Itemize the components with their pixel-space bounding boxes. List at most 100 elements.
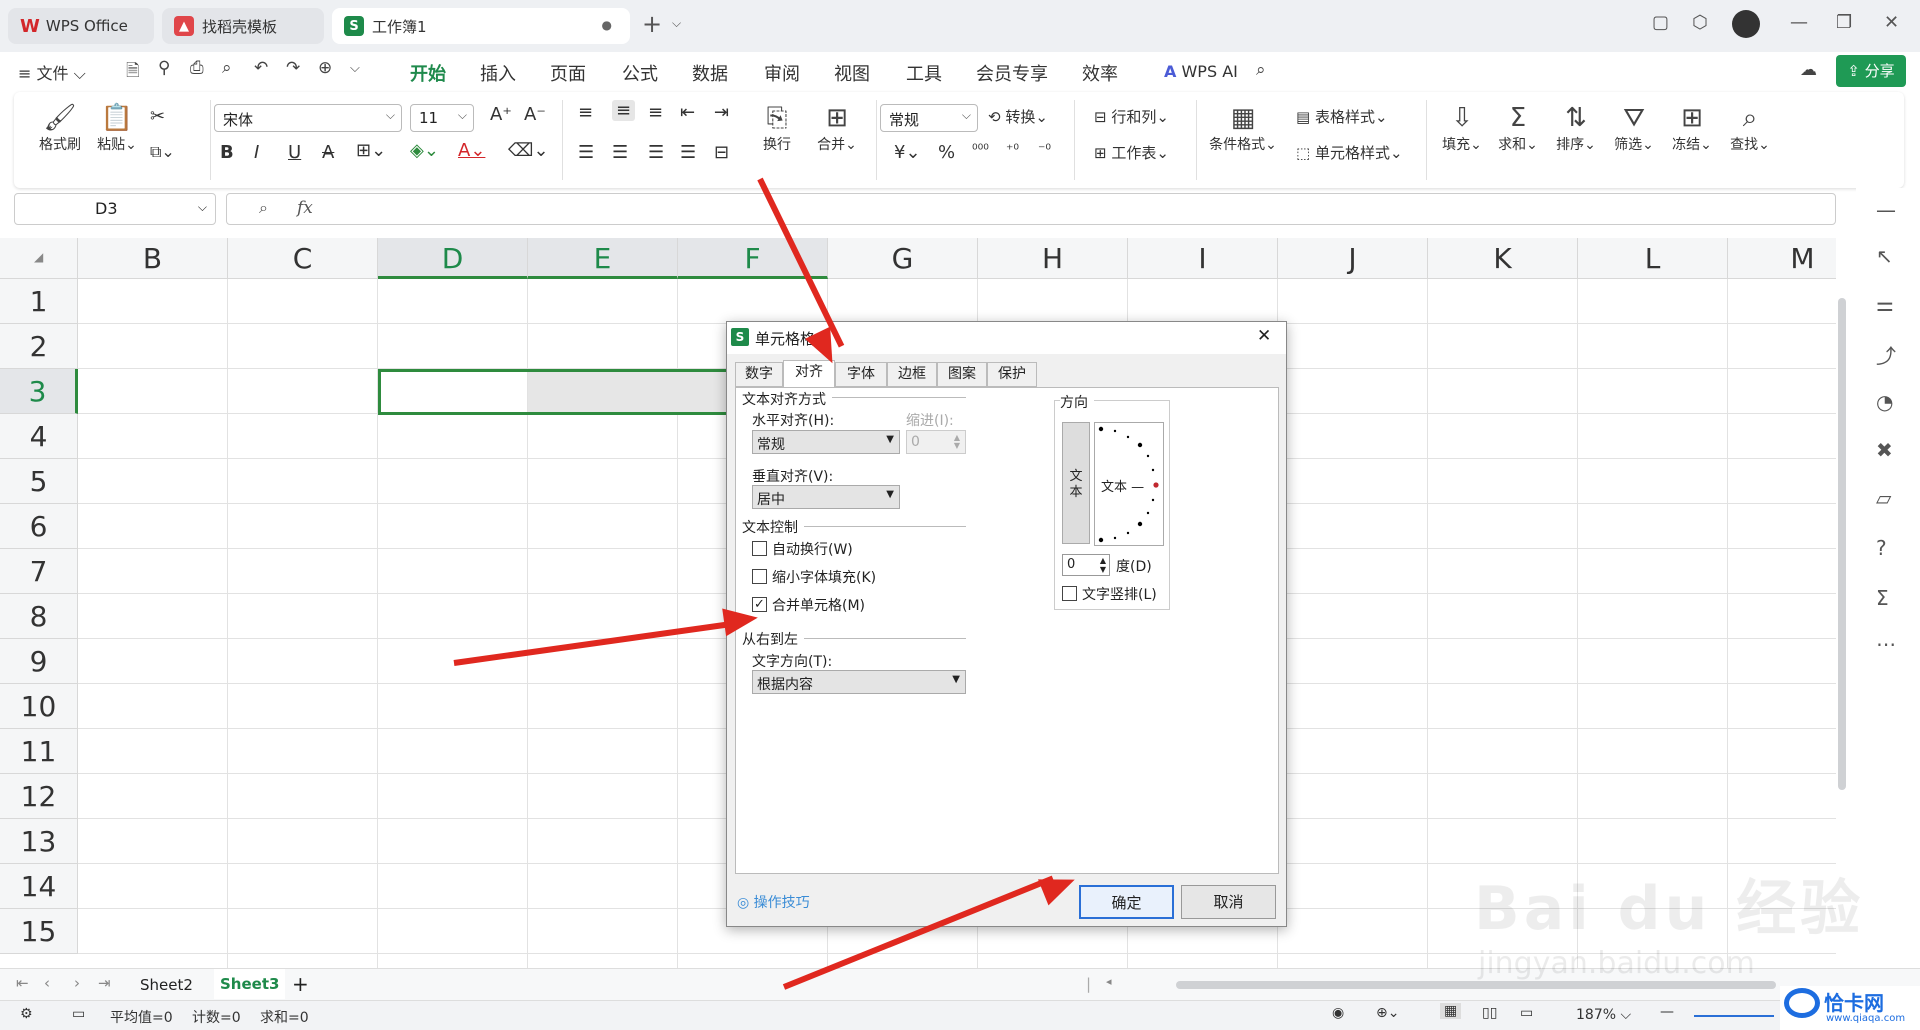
font-size-select[interactable]: 11 ⌵ [410, 104, 474, 132]
book-icon[interactable]: ▱ [1876, 486, 1891, 510]
menu-view[interactable]: 视图 [834, 60, 870, 86]
row-header[interactable]: 15 [0, 909, 78, 954]
column-header[interactable]: G [828, 238, 978, 279]
menu-member[interactable]: 会员专享 [976, 60, 1048, 86]
collapse-icon[interactable]: — [1876, 198, 1896, 222]
align-bottom-icon[interactable]: ≡ [648, 102, 663, 123]
dialog-tab-border[interactable]: 边框 [887, 362, 937, 387]
tips-link[interactable]: ◎ 操作技巧 [737, 892, 810, 912]
dialog-close-icon[interactable]: ✕ [1257, 326, 1271, 346]
new-tab-icon[interactable]: + [642, 10, 662, 38]
vertical-scroll-thumb[interactable] [1838, 298, 1846, 790]
column-header[interactable]: B [78, 238, 228, 279]
find-button[interactable]: ⌕ 查找⌄ [1726, 102, 1774, 154]
row-header[interactable]: 2 [0, 324, 78, 369]
convert-button[interactable]: ⟲ 转换⌄ [988, 106, 1048, 127]
row-col-button[interactable]: ⊟ 行和列⌄ [1094, 106, 1169, 127]
wps-ai-button[interactable]: A WPS AI [1164, 62, 1238, 81]
name-box[interactable]: D3 ⌵ [14, 193, 216, 225]
align-center-icon[interactable]: ☰ [612, 142, 628, 163]
zoom-formula-icon[interactable]: ⌕ [259, 198, 268, 218]
export-icon[interactable]: ⤴ [1876, 340, 1896, 369]
border-icon[interactable]: ⊞⌄ [356, 140, 386, 161]
table-style-button[interactable]: ▤ 表格样式⌄ [1296, 106, 1388, 127]
menu-review[interactable]: 审阅 [764, 60, 800, 86]
search-icon[interactable]: ⌕ [1256, 60, 1266, 80]
cloud-upload-icon[interactable]: ☁ [1800, 60, 1817, 80]
sheet-tab-sheet2[interactable]: Sheet2 [140, 976, 193, 994]
page-break-view-icon[interactable]: ▭ [1520, 1005, 1533, 1021]
link-icon[interactable]: ⚲ [158, 58, 170, 78]
vertical-text-box[interactable]: 文 本 [1062, 422, 1090, 544]
align-left-icon[interactable]: ☰ [578, 142, 594, 163]
indent-spinner[interactable]: 0 ▲ ▼ [906, 430, 966, 454]
tools-icon[interactable]: ✖ [1876, 438, 1893, 462]
horizontal-scroll-thumb[interactable] [1176, 981, 1776, 989]
print-icon[interactable]: ⎙ [190, 58, 204, 78]
column-header[interactable]: K [1428, 238, 1578, 279]
dialog-tab-pattern[interactable]: 图案 [937, 362, 987, 387]
formula-sum-icon[interactable]: Σ [1876, 586, 1889, 610]
h-align-select[interactable]: 常规 ▼ [752, 430, 900, 454]
window-layout-icon[interactable]: ▢ [1652, 12, 1669, 33]
worksheet-button[interactable]: ⊞ 工作表⌄ [1094, 142, 1169, 163]
row-header[interactable]: 12 [0, 774, 78, 819]
new-doc-icon[interactable]: ⊕ [318, 58, 332, 78]
cell-style-button[interactable]: ⬚ 单元格样式⌄ [1296, 142, 1403, 163]
eye-icon[interactable]: ◉ [1332, 1005, 1344, 1021]
zoom-level[interactable]: 187% ⌵ [1576, 1007, 1631, 1023]
normal-view-icon[interactable]: ▦ [1440, 1003, 1462, 1019]
currency-icon[interactable]: ¥⌄ [894, 142, 921, 163]
degree-spinner[interactable]: 0 ▲ ▼ [1062, 554, 1110, 576]
row-header[interactable]: 14 [0, 864, 78, 909]
menu-tools[interactable]: 工具 [906, 60, 942, 86]
wrap-text-button[interactable]: ⎘ 换行 [754, 102, 800, 154]
scroll-left-icon[interactable]: ◂ [1106, 975, 1112, 988]
decimal-decrease-icon[interactable]: ⁻⁰ [1038, 142, 1051, 158]
menu-insert[interactable]: 插入 [480, 60, 516, 86]
select-cursor-icon[interactable]: ↖ [1876, 244, 1893, 268]
indent-decrease-icon[interactable]: ⇤ [680, 102, 695, 123]
row-header[interactable]: 3 [0, 369, 78, 414]
merge-button[interactable]: ⊞ 合并⌄ [810, 102, 864, 154]
menu-formula[interactable]: 公式 [622, 60, 658, 86]
row-header[interactable]: 10 [0, 684, 78, 729]
tab-dot-icon[interactable]: ● [602, 18, 612, 32]
dialog-tab-number[interactable]: 数字 [735, 362, 783, 387]
increase-font-icon[interactable]: A⁺ [490, 104, 512, 125]
row-header[interactable]: 1 [0, 279, 78, 324]
freeze-button[interactable]: ⊞ 冻结⌄ [1668, 102, 1716, 154]
tab-docer-templates[interactable]: ▲ 找稻壳模板 [162, 8, 324, 44]
v-align-select[interactable]: 居中 ▼ [752, 485, 900, 509]
print-preview-icon[interactable]: ⌕ [222, 58, 232, 78]
row-header[interactable]: 9 [0, 639, 78, 684]
font-name-select[interactable]: 宋体 ⌵ [214, 104, 402, 132]
last-sheet-icon[interactable]: ⇥ [98, 974, 111, 992]
save-icon[interactable]: 🗎 [126, 58, 140, 87]
decrease-font-icon[interactable]: A⁻ [524, 104, 546, 125]
chart-icon[interactable]: ◔ [1876, 390, 1893, 414]
clear-icon[interactable]: ⌫⌄ [508, 140, 549, 161]
prev-sheet-icon[interactable]: ‹ [44, 974, 50, 992]
zoom-out-icon[interactable]: — [1660, 1004, 1674, 1020]
undo-icon[interactable]: ↶ [254, 58, 268, 78]
decimal-increase-icon[interactable]: ⁺⁰ [1006, 142, 1019, 158]
orientation-dial[interactable]: 文本 — [1094, 422, 1164, 546]
format-painter-button[interactable]: 🖌 格式刷 [30, 102, 90, 154]
conditional-format-button[interactable]: ▦ 条件格式⌄ [1206, 102, 1280, 154]
align-middle-icon[interactable]: ≡ [612, 100, 636, 121]
align-right-icon[interactable]: ☰ [648, 142, 664, 163]
wrap-text-checkbox[interactable] [752, 541, 767, 556]
fill-color-icon[interactable]: ◈⌄ [410, 140, 439, 161]
help-icon[interactable]: ? [1876, 536, 1887, 560]
percent-icon[interactable]: % [938, 142, 955, 163]
page-view-icon[interactable]: ▯▯ [1482, 1005, 1497, 1021]
sheet-tab-sheet3[interactable]: Sheet3 [214, 969, 286, 999]
add-sheet-icon[interactable]: + [292, 972, 309, 996]
chevron-down-icon[interactable]: ⌵ [672, 16, 681, 31]
first-sheet-icon[interactable]: ⇤ [16, 974, 29, 992]
row-header[interactable]: 7 [0, 549, 78, 594]
quick-more-chevron-icon[interactable]: ⌵ [350, 61, 360, 76]
shrink-fit-checkbox[interactable] [752, 569, 767, 584]
tab-workbook1[interactable]: S 工作簿1 ● [332, 8, 630, 44]
